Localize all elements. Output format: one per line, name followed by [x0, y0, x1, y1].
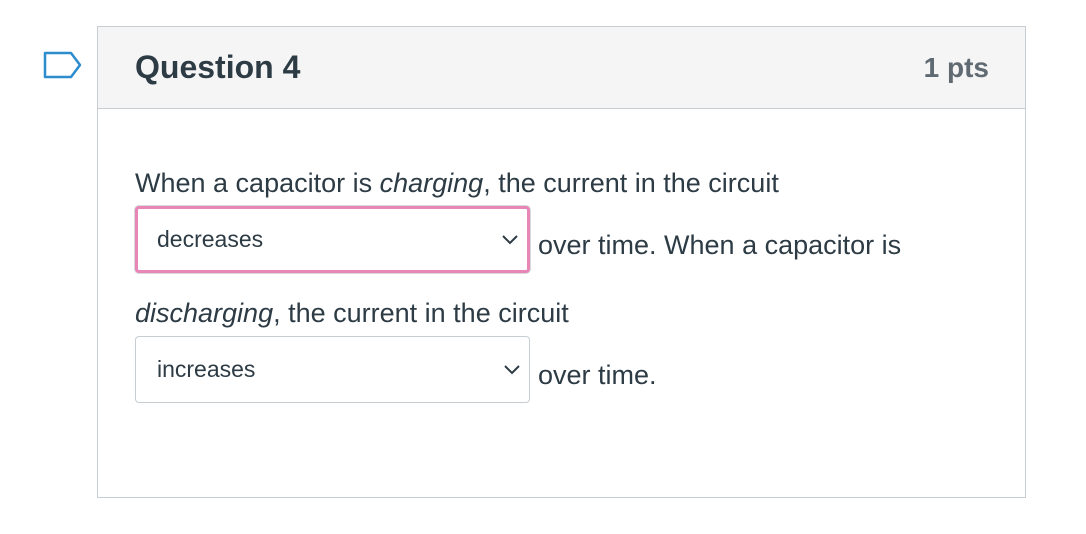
answer-select-2[interactable]: increases: [135, 336, 530, 403]
chevron-down-icon: [502, 234, 518, 244]
flag-question-icon[interactable]: [43, 51, 83, 81]
question-title: Question 4: [135, 49, 301, 85]
select-value: increases: [157, 356, 256, 382]
text-segment: , the current in the circuit: [483, 168, 779, 198]
text-segment: When a capacitor is: [135, 168, 380, 198]
question-text-after-select-2: over time.: [538, 360, 657, 390]
question-points: 1 pts: [923, 51, 989, 83]
italic-term-charging: charging: [379, 168, 484, 198]
italic-term-discharging: discharging: [135, 298, 274, 328]
question-text-line-1: When a capacitor is charging, the curren…: [135, 168, 779, 199]
question-card: Question 4 1 pts When a capacitor is cha…: [97, 26, 1026, 498]
chevron-down-icon: [504, 364, 520, 374]
quiz-page: Question 4 1 pts When a capacitor is cha…: [0, 0, 1086, 534]
text-segment: , the current in the circuit: [273, 298, 569, 328]
question-text-line-2: discharging, the current in the circuit: [135, 298, 569, 329]
question-text-after-select-1: over time. When a capacitor is: [538, 230, 902, 260]
question-header: Question 4 1 pts: [98, 27, 1025, 109]
answer-select-1[interactable]: decreases: [135, 206, 530, 273]
select-value: decreases: [157, 226, 264, 252]
